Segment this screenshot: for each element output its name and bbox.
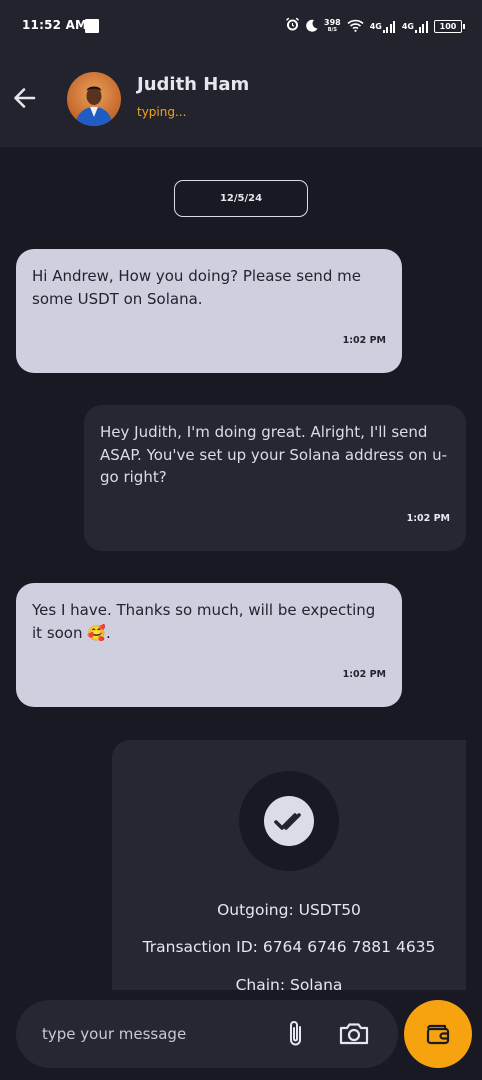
moon-icon: [306, 17, 318, 36]
battery-level: 100: [439, 21, 457, 31]
transaction-chain: Chain: Solana: [235, 976, 343, 990]
double-check-icon: [264, 796, 314, 846]
person-icon: [75, 86, 113, 126]
signal-bars-icon: [382, 20, 396, 33]
signal-2: 4G: [401, 20, 428, 33]
paperclip-icon: [290, 1021, 301, 1046]
back-button[interactable]: [10, 80, 40, 116]
network-speed: 398 B/S: [324, 18, 341, 34]
transaction-card[interactable]: Outgoing: USDT50 Transaction ID: 6764 67…: [112, 740, 466, 990]
contact-name[interactable]: Judith Ham: [137, 74, 249, 95]
network-type-1: 4G: [369, 21, 382, 31]
arrow-left-icon: [14, 88, 36, 108]
message-text: Yes I have. Thanks so much, will be expe…: [32, 601, 376, 642]
date-separator: 12/5/24: [174, 180, 308, 217]
signal-bars-icon: [415, 20, 428, 33]
speed-value: 398: [324, 18, 341, 27]
wifi-icon: [347, 17, 364, 36]
message-time: 1:02 PM: [406, 512, 450, 524]
transaction-status: [239, 771, 339, 871]
status-time: 11:52 AM: [22, 18, 88, 32]
typing-indicator: typing...: [137, 105, 187, 119]
notification-icon: [85, 19, 99, 33]
transaction-id: Transaction ID: 6764 6746 7881 4635: [142, 938, 436, 956]
message-time: 1:02 PM: [342, 668, 386, 680]
message-bubble-incoming[interactable]: Yes I have. Thanks so much, will be expe…: [16, 583, 402, 707]
message-text: Hey Judith, I'm doing great. Alright, I'…: [100, 423, 447, 486]
message-text: Hi Andrew, How you doing? Please send me…: [32, 267, 361, 308]
chat-header: Judith Ham typing...: [0, 52, 482, 147]
wallet-button[interactable]: [404, 1000, 472, 1068]
message-input[interactable]: [42, 1022, 272, 1046]
message-bubble-incoming[interactable]: Hi Andrew, How you doing? Please send me…: [16, 249, 402, 373]
attach-button[interactable]: [284, 1018, 308, 1050]
network-type-2: 4G: [401, 21, 414, 31]
camera-icon: [339, 1023, 369, 1045]
signal-1: 4G: [369, 20, 396, 33]
status-icons: 398 B/S 4G 4G 100: [285, 16, 465, 36]
transaction-amount: Outgoing: USDT50: [217, 901, 361, 919]
camera-button[interactable]: [337, 1020, 371, 1048]
message-composer: [16, 1000, 398, 1068]
avatar[interactable]: [67, 72, 121, 126]
alarm-icon: [285, 17, 300, 36]
message-bubble-outgoing[interactable]: Hey Judith, I'm doing great. Alright, I'…: [84, 405, 466, 551]
message-time: 1:02 PM: [342, 334, 386, 346]
battery-icon: 100: [434, 19, 465, 33]
status-bar: 11:52 AM 398 B/S 4G 4G 100: [0, 0, 482, 52]
wallet-icon: [426, 1024, 450, 1045]
speed-unit: B/S: [327, 27, 337, 33]
